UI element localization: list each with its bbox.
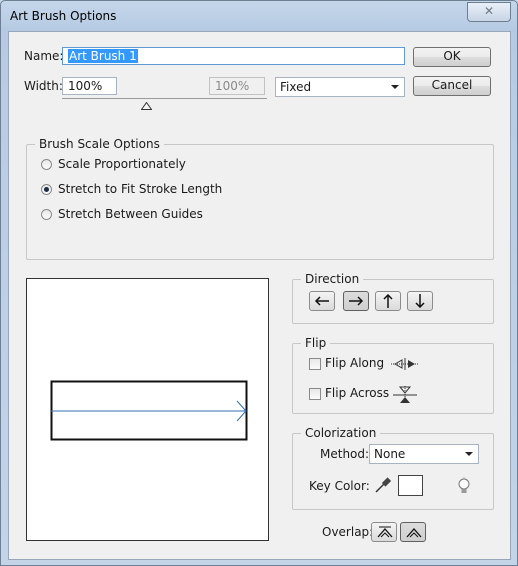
- method-value: None: [374, 447, 406, 461]
- key-color-swatch[interactable]: [398, 475, 423, 496]
- ok-button[interactable]: OK: [413, 47, 491, 67]
- eyedropper-icon[interactable]: [374, 476, 392, 494]
- overlap-none-icon: [406, 528, 422, 538]
- arrow-right-icon: [349, 296, 364, 306]
- radio-label: Scale Proportionately: [58, 157, 186, 171]
- arrow-left-icon: [314, 296, 329, 306]
- method-select[interactable]: None: [369, 444, 479, 464]
- direction-down-button[interactable]: [407, 291, 433, 311]
- flip-legend: Flip: [301, 336, 331, 350]
- overlap-adjust-icon: [377, 526, 393, 538]
- width-mode-value: Fixed: [280, 80, 312, 94]
- chevron-down-icon: [391, 85, 399, 89]
- arrow-down-icon: [415, 294, 425, 308]
- preview-canvas: [50, 380, 248, 441]
- flip-across-label: Flip Across: [325, 386, 390, 400]
- width-slider-thumb[interactable]: [140, 99, 153, 113]
- checkbox[interactable]: [309, 388, 321, 400]
- width-variation-input: 100%: [209, 77, 265, 95]
- overlap-none-button[interactable]: [400, 522, 426, 542]
- radio-scale-proportionately[interactable]: Scale Proportionately: [41, 157, 241, 173]
- key-color-label: Key Color:: [309, 479, 370, 493]
- direction-legend: Direction: [301, 272, 364, 286]
- chevron-down-icon: [465, 452, 473, 456]
- radio-button[interactable]: [41, 159, 52, 170]
- dialog-window: Art Brush Options ✕ Name: Art Brush 1 OK…: [0, 0, 518, 566]
- name-label: Name:: [24, 49, 64, 63]
- width-mode-select[interactable]: Fixed: [275, 77, 405, 97]
- flip-along-icon: [391, 358, 419, 370]
- dialog-body: Name: Art Brush 1 OK Width: 100% 100% Fi…: [8, 31, 511, 560]
- radio-label: Stretch Between Guides: [58, 207, 203, 221]
- flip-group: Flip Flip Along Flip Across: [292, 336, 494, 414]
- method-label: Method:: [320, 447, 370, 461]
- brush-preview: [26, 278, 269, 541]
- flip-across-icon: [393, 386, 417, 404]
- flip-along-label: Flip Along: [325, 356, 385, 370]
- width-label: Width:: [24, 79, 63, 93]
- arrow-up-icon: [383, 294, 393, 308]
- direction-left-button[interactable]: [309, 291, 335, 311]
- brush-scale-options-group: Brush Scale Options Scale Proportionatel…: [26, 137, 494, 260]
- width-slider-track[interactable]: [62, 98, 267, 99]
- window-title: Art Brush Options: [10, 9, 117, 23]
- brush-scale-options-legend: Brush Scale Options: [35, 137, 164, 151]
- direction-group: Direction: [292, 272, 494, 324]
- radio-stretch-between-guides[interactable]: Stretch Between Guides: [41, 207, 241, 223]
- close-icon: ✕: [483, 4, 495, 18]
- overlap-label: Overlap:: [322, 525, 374, 539]
- radio-label: Stretch to Fit Stroke Length: [58, 182, 223, 196]
- cancel-button[interactable]: Cancel: [413, 76, 491, 96]
- colorization-group: Colorization Method: None Key Color:: [292, 426, 494, 510]
- radio-button[interactable]: [41, 209, 52, 220]
- colorization-legend: Colorization: [301, 426, 381, 440]
- name-input-value: Art Brush 1: [68, 49, 138, 63]
- width-input[interactable]: 100%: [62, 77, 117, 95]
- radio-stretch-to-fit[interactable]: Stretch to Fit Stroke Length: [41, 182, 241, 198]
- name-input[interactable]: Art Brush 1: [62, 47, 405, 65]
- checkbox[interactable]: [309, 358, 321, 370]
- direction-up-button[interactable]: [375, 291, 401, 311]
- close-button[interactable]: ✕: [467, 2, 511, 22]
- title-bar[interactable]: Art Brush Options ✕: [1, 1, 517, 31]
- lightbulb-tips-icon[interactable]: [456, 477, 472, 495]
- radio-button-selected[interactable]: [41, 184, 52, 195]
- overlap-adjust-button[interactable]: [371, 522, 397, 542]
- direction-right-button[interactable]: [343, 291, 369, 311]
